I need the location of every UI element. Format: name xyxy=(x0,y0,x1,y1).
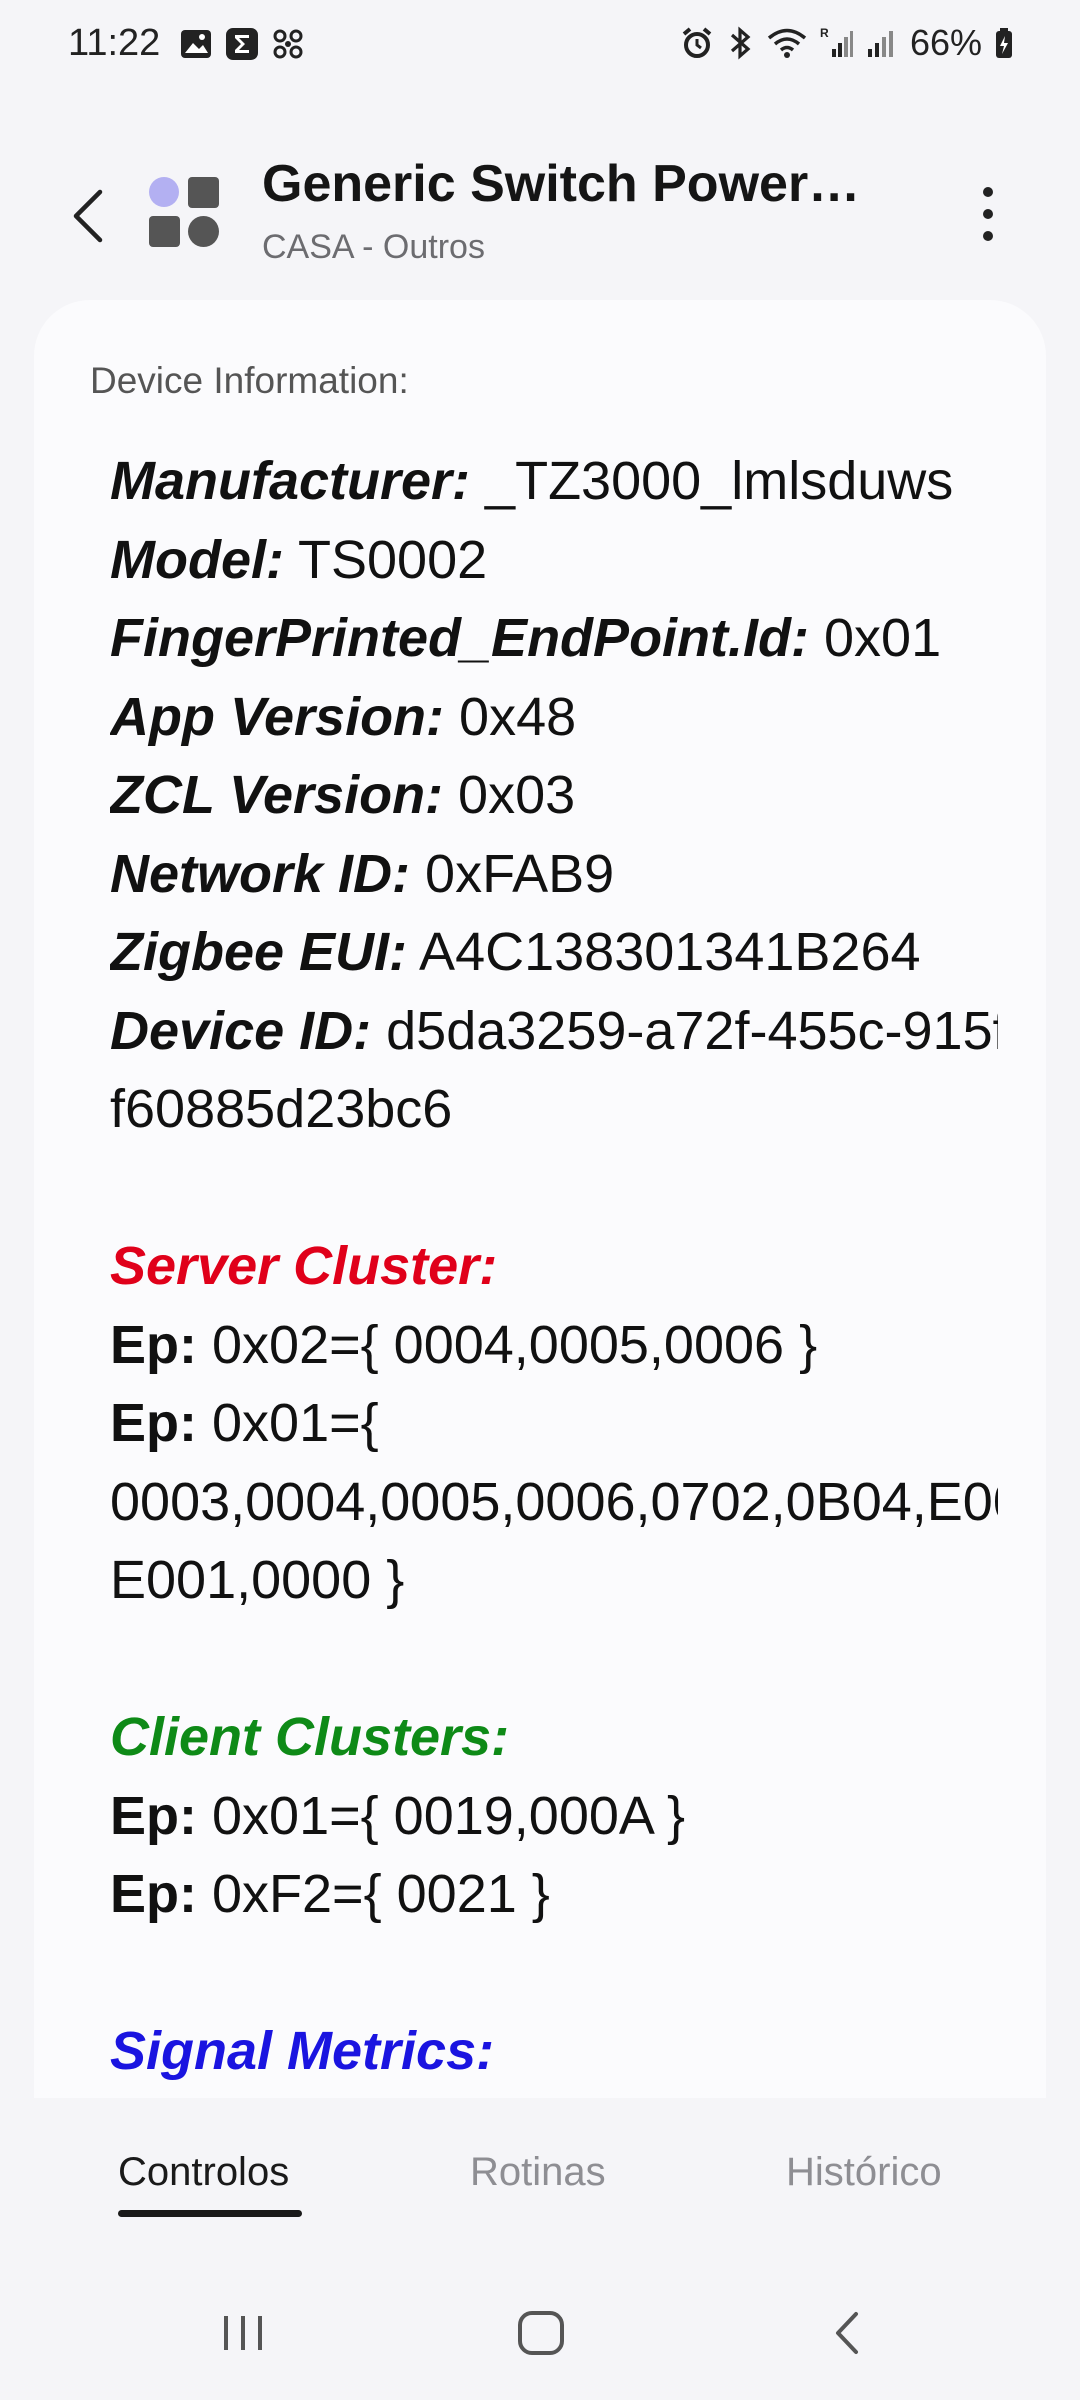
image-icon xyxy=(181,30,211,58)
sigma-app-icon xyxy=(226,28,258,60)
info-value: 0xFAB9 xyxy=(410,843,615,904)
info-value: A4C138301341B264 xyxy=(407,922,921,982)
home-icon[interactable] xyxy=(516,2308,566,2358)
info-label: Zigbee EUI: xyxy=(110,922,408,982)
ep-value: 0x02={ 0004,0005,0006 } xyxy=(197,1314,818,1375)
tab-historico[interactable]: Histórico xyxy=(786,2150,942,2195)
svg-text:R: R xyxy=(820,26,829,40)
status-time: 11:22 xyxy=(68,22,161,64)
back-arrow-icon[interactable] xyxy=(60,180,120,252)
tab-rotinas[interactable]: Rotinas xyxy=(470,2150,606,2195)
ep-value: 0x01={ 0019,000A } xyxy=(197,1785,685,1846)
info-line-network-id: Network ID: 0xFAB9 xyxy=(110,835,998,914)
info-line-device-id: Device ID: d5da3259-a72f-455c-915f- xyxy=(110,992,998,1071)
status-bar: 11:22 R 66% xyxy=(0,0,1080,92)
info-value: 0x48 xyxy=(444,686,577,747)
info-line-device-id-continuation: f60885d23bc6 xyxy=(110,1079,453,1139)
client-cluster-ep-line: Ep: 0xF2={ 0021 } xyxy=(110,1855,998,1934)
active-tab-indicator xyxy=(118,2210,302,2217)
content-card[interactable]: Device Information: Manufacturer: _TZ300… xyxy=(34,300,1046,2098)
info-line-zigbee-eui: Zigbee EUI: A4C138301341B264 xyxy=(110,913,998,992)
device-title: Generic Switch Power… xyxy=(262,155,861,213)
server-cluster-ep-continuation: 0003,0004,0005,0006,0702,0B04,E000, xyxy=(110,1471,998,1532)
signal-metrics-heading: Signal Metrics: xyxy=(110,2021,495,2081)
info-value: TS0002 xyxy=(283,529,488,590)
info-label: FingerPrinted_EndPoint.Id: xyxy=(110,608,809,668)
info-label: Manufacturer: xyxy=(110,451,471,511)
server-cluster-ep-line: Ep: 0x02={ 0004,0005,0006 } xyxy=(110,1306,998,1385)
tab-controlos[interactable]: Controlos xyxy=(118,2150,289,2195)
info-value: _TZ3000_lmlsduws xyxy=(470,451,954,511)
recent-apps-icon[interactable] xyxy=(218,2308,268,2358)
info-line-model: Model: TS0002 xyxy=(110,521,998,600)
info-value: d5da3259-a72f-455c-915f- xyxy=(371,1000,998,1061)
info-label: Model: xyxy=(110,529,284,590)
device-info-block: Manufacturer: _TZ3000_lmlsduws Model: TS… xyxy=(110,442,998,2091)
ep-label: Ep: xyxy=(110,1393,197,1453)
server-cluster-heading: Server Cluster: xyxy=(110,1236,498,1296)
device-category-icon xyxy=(149,177,219,247)
app-header: Generic Switch Power… CASA - Outros xyxy=(0,140,1080,290)
server-cluster-ep-line: Ep: 0x01={ xyxy=(110,1384,998,1463)
ep-value: 0x01={ xyxy=(197,1393,379,1453)
section-heading: Device Information: xyxy=(90,360,409,401)
info-line-app-version: App Version: 0x48 xyxy=(110,678,998,757)
device-location: CASA - Outros xyxy=(262,228,485,266)
wifi-icon xyxy=(767,28,807,58)
client-cluster-ep-line: Ep: 0x01={ 0019,000A } xyxy=(110,1777,998,1856)
system-nav-bar xyxy=(0,2260,1080,2400)
info-label: Device ID: xyxy=(110,1000,372,1061)
notification-icons xyxy=(178,26,306,62)
ep-label: Ep: xyxy=(110,1785,197,1846)
battery-percent: 66% xyxy=(909,22,982,63)
info-label: ZCL Version: xyxy=(110,765,444,825)
system-status-icons: R 66% xyxy=(680,22,1014,64)
ep-label: Ep: xyxy=(110,1314,197,1375)
info-line-endpoint-id: FingerPrinted_EndPoint.Id: 0x01 xyxy=(110,599,998,678)
signal-icon xyxy=(867,31,893,57)
more-options-icon[interactable] xyxy=(968,182,1008,246)
info-line-zcl-version: ZCL Version: 0x03 xyxy=(110,756,998,835)
fan-icon xyxy=(273,29,303,59)
server-cluster-ep-continuation: E001,0000 } xyxy=(110,1550,405,1610)
info-label: Network ID: xyxy=(110,843,411,904)
info-value: 0x03 xyxy=(443,765,576,825)
battery-charging-icon xyxy=(996,28,1012,58)
ep-label: Ep: xyxy=(110,1864,197,1924)
back-icon[interactable] xyxy=(824,2308,874,2358)
client-clusters-heading: Client Clusters: xyxy=(110,1707,510,1767)
ep-value: 0xF2={ 0021 } xyxy=(197,1864,550,1924)
info-label: App Version: xyxy=(110,686,445,747)
info-line-manufacturer: Manufacturer: _TZ3000_lmlsduws xyxy=(110,442,998,521)
signal-roaming-icon: R xyxy=(820,26,853,57)
alarm-icon xyxy=(682,27,712,58)
info-value: 0x01 xyxy=(809,608,942,668)
bottom-tab-bar: Controlos Rotinas Histórico xyxy=(0,2098,1080,2228)
bluetooth-icon xyxy=(730,26,751,60)
